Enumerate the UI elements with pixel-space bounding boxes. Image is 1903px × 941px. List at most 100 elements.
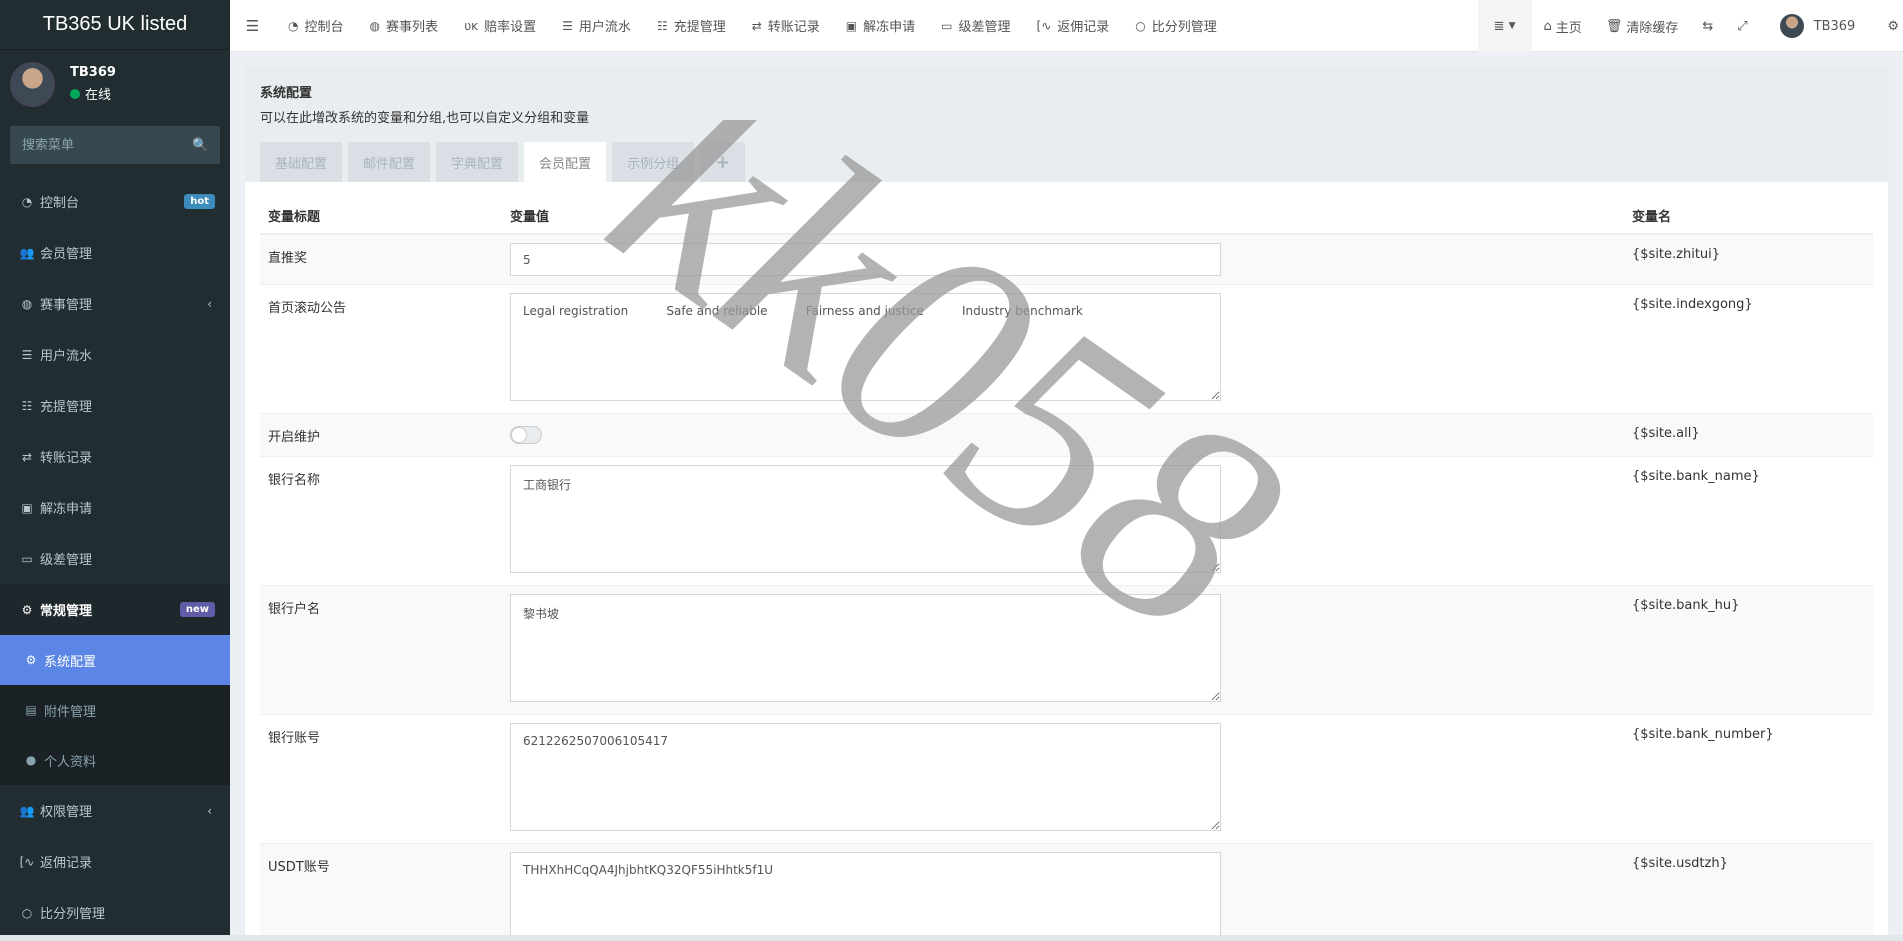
menu-toggle-icon[interactable]: ☰	[230, 17, 275, 35]
list-icon: ☰	[562, 18, 573, 33]
top-tab-unfreeze[interactable]: ▣ 解冻申请	[833, 0, 928, 52]
sidebar-item-system-config[interactable]: ⚙ 系统配置	[0, 635, 230, 685]
top-tab-commission[interactable]: [∿ 返佣记录	[1024, 0, 1123, 52]
zhitui-input[interactable]	[510, 243, 1221, 276]
sidebar-item-transfers[interactable]: ⇄ 转账记录	[0, 431, 230, 482]
circle-icon: ○	[1135, 18, 1146, 33]
language-icon[interactable]: ⇆	[1690, 0, 1725, 52]
top-tab-odds[interactable]: ʋĸ 赔率设置	[451, 0, 549, 52]
dashboard-icon: ◔	[21, 194, 33, 209]
bottom-strip	[0, 935, 1903, 941]
sidebar-item-members[interactable]: 👥 会员管理	[0, 227, 230, 278]
table-row: USDT账号 THHXhHCqQA4JhjbhtKQ32QF55iHhtk5f1…	[260, 843, 1873, 941]
window-icon: ▭	[941, 18, 953, 33]
caret-down-icon: ▼	[1508, 21, 1516, 31]
row-title: 银行账号	[268, 731, 321, 746]
trash-icon: 🗑	[1605, 18, 1623, 34]
row-title: USDT账号	[268, 860, 330, 875]
home-link[interactable]: ⌂ 主页	[1532, 0, 1594, 52]
clear-cache-button[interactable]: 🗑 清除缓存	[1594, 0, 1691, 52]
sidebar: TB365 UK listed TB369 在线 🔍 ◔控制台hot 👥会员管理…	[0, 0, 230, 941]
tab-dictionary-config[interactable]: 字典配置	[436, 142, 519, 182]
transfer-icon: ⇄	[751, 18, 762, 33]
tab-basic-config[interactable]: 基础配置	[260, 142, 343, 182]
variable-name: {$site.bank_hu}	[1632, 598, 1740, 613]
config-table: 变量标题 变量值 变量名 直推奖 {$site.zhitui} 首页滚动公告 L…	[260, 198, 1873, 941]
new-badge: new	[179, 602, 215, 617]
main-content: 系统配置 可以在此增改系统的变量和分组,也可以自定义分组和变量 基础配置 邮件配…	[245, 66, 1888, 941]
sidebar-item-profile[interactable]: ● 个人资料	[0, 735, 230, 785]
users-icon: 👥	[19, 803, 35, 818]
variable-name: {$site.all}	[1632, 426, 1700, 441]
maintenance-toggle[interactable]	[510, 426, 542, 444]
list-alt-icon: ☷	[21, 398, 33, 413]
top-tab-deposit-withdraw[interactable]: ☷ 充提管理	[644, 0, 739, 52]
search-icon[interactable]: 🔍	[192, 138, 208, 153]
sidebar-item-dashboard[interactable]: ◔ 控制台 hot	[0, 176, 230, 227]
add-tab-button[interactable]: +	[700, 142, 746, 182]
bank-name-textarea[interactable]: 工商银行	[510, 465, 1221, 573]
search-input[interactable]	[22, 137, 192, 153]
table-row: 银行户名 黎书坡 {$site.bank_hu}	[260, 585, 1873, 714]
more-menu-dropdown[interactable]: ≣ ▼	[1477, 0, 1532, 52]
user-menu[interactable]: TB369	[1760, 0, 1884, 52]
row-title: 银行名称	[268, 473, 321, 488]
list-icon: ☰	[21, 347, 33, 362]
sidebar-item-permissions[interactable]: 👥 权限管理 ‹	[0, 785, 230, 836]
vk-icon: ʋĸ	[464, 18, 479, 33]
online-dot-icon	[70, 88, 80, 99]
sidebar-search: 🔍	[10, 126, 220, 164]
top-tab-transfers[interactable]: ⇄ 转账记录	[739, 0, 833, 52]
home-icon: ⌂	[1543, 18, 1552, 34]
user-status: 在线	[70, 84, 116, 103]
table-header: 变量标题 变量值 变量名	[260, 198, 1873, 234]
image-icon: ▣	[845, 18, 858, 33]
sidebar-item-tiers[interactable]: ▭ 级差管理	[0, 533, 230, 584]
sidebar-item-user-flow[interactable]: ☰ 用户流水	[0, 329, 230, 380]
tab-example-group[interactable]: 示例分组	[612, 142, 695, 182]
row-title: 首页滚动公告	[268, 301, 347, 316]
dashboard-icon: ◔	[288, 18, 299, 33]
top-tab-score-list[interactable]: ○ 比分列管理	[1122, 0, 1230, 52]
top-tab-event-list[interactable]: ◍ 赛事列表	[357, 0, 452, 52]
column-header: 变量标题	[268, 210, 321, 225]
sidebar-item-events[interactable]: ◍ 赛事管理 ‹	[0, 278, 230, 329]
sidebar-item-unfreeze[interactable]: ▣ 解冻申请	[0, 482, 230, 533]
top-tab-dashboard[interactable]: ◔ 控制台	[275, 0, 357, 52]
fullscreen-icon[interactable]: ⤢	[1725, 0, 1759, 52]
hot-badge: hot	[184, 194, 215, 209]
globe-icon: ◍	[21, 296, 33, 311]
image-icon: ▣	[21, 500, 33, 515]
usdt-address-textarea[interactable]: THHXhHCqQA4JhjbhtKQ32QF55iHhtk5f1U	[510, 852, 1221, 941]
sidebar-item-deposit-withdraw[interactable]: ☷ 充提管理	[0, 380, 230, 431]
page-description: 可以在此增改系统的变量和分组,也可以自定义分组和变量	[260, 111, 590, 126]
variable-name: {$site.bank_number}	[1632, 727, 1774, 742]
table-row: 首页滚动公告 Legal registration Safe and relia…	[260, 284, 1873, 413]
row-title: 直推奖	[268, 251, 308, 266]
config-tabs: 基础配置 邮件配置 字典配置 会员配置 示例分组 +	[260, 142, 1873, 182]
gear-icon: ⚙	[25, 653, 37, 667]
variable-name: {$site.usdtzh}	[1632, 856, 1728, 871]
sidebar-item-general[interactable]: ⚙ 常规管理 new	[0, 584, 230, 635]
sidebar-item-attachments[interactable]: ▤ 附件管理	[0, 685, 230, 735]
list-alt-icon: ☷	[656, 18, 668, 33]
panel-heading: 系统配置 可以在此增改系统的变量和分组,也可以自定义分组和变量 基础配置 邮件配…	[245, 66, 1888, 182]
user-panel: TB369 在线	[0, 50, 230, 118]
user-name: TB369	[70, 65, 116, 80]
tab-email-config[interactable]: 邮件配置	[348, 142, 431, 182]
sidebar-item-commission[interactable]: [∿ 返佣记录	[0, 836, 230, 887]
chevron-left-icon: ‹	[207, 803, 212, 818]
bank-number-textarea[interactable]: 6212262507006105417	[510, 723, 1221, 831]
avatar	[1779, 14, 1804, 38]
brand-logo[interactable]: TB365 UK listed	[0, 0, 230, 50]
top-tab-user-flow[interactable]: ☰ 用户流水	[549, 0, 644, 52]
variable-name: {$site.bank_name}	[1632, 469, 1760, 484]
sidebar-item-score-list[interactable]: ○ 比分列管理	[0, 887, 230, 938]
settings-gear-icon[interactable]: ⚙	[1883, 0, 1903, 52]
tab-member-config[interactable]: 会员配置	[524, 142, 607, 182]
bank-holder-textarea[interactable]: 黎书坡	[510, 594, 1221, 702]
circle-icon: ○	[21, 905, 33, 920]
column-header: 变量值	[510, 210, 550, 225]
announcement-textarea[interactable]: Legal registration Safe and reliable Fai…	[510, 293, 1221, 401]
top-tab-tiers[interactable]: ▭ 级差管理	[928, 0, 1023, 52]
